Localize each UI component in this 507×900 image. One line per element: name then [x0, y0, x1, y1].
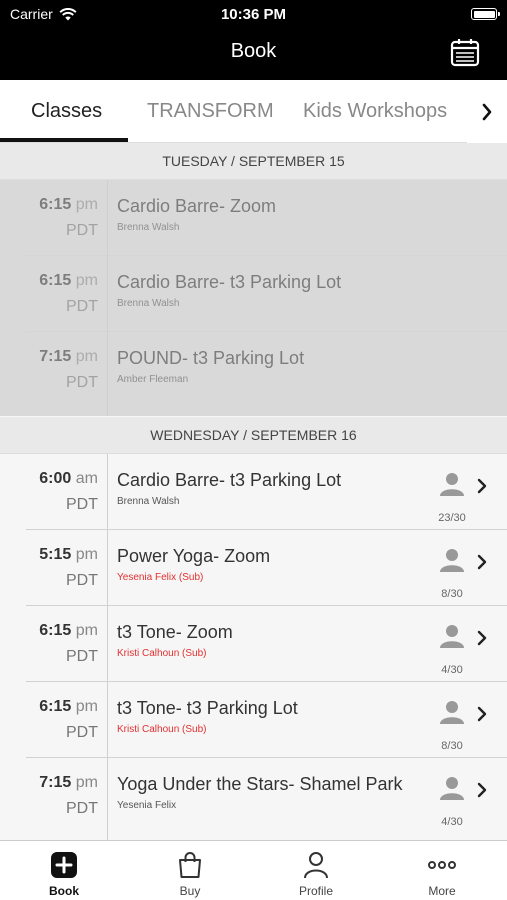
- class-time: 5:15 pm PDT: [39, 546, 98, 589]
- class-name: Cardio Barre- t3 Parking Lot: [117, 470, 342, 490]
- tab-kids-workshops[interactable]: Kids Workshops: [303, 80, 447, 143]
- nav-label: Profile: [298, 884, 333, 898]
- class-instructor: Brenna Walsh: [117, 298, 180, 309]
- class-instructor: Yesenia Felix: [117, 800, 177, 811]
- chevron-right-icon: [477, 782, 487, 798]
- person-icon: [440, 777, 464, 800]
- class-name: Yoga Under the Stars- Shamel Park: [117, 774, 403, 794]
- past-classes-section: 6:15 pm PDT Cardio Barre- Zoom Brenna Wa…: [0, 180, 507, 416]
- class-instructor: Amber Fleeman: [117, 374, 189, 385]
- battery-icon: [471, 8, 500, 20]
- class-time: 7:15 pm PDT: [39, 774, 98, 817]
- class-time: 6:15 pm PDT: [39, 698, 98, 741]
- status-bar: Carrier 10:36 PM: [0, 0, 507, 28]
- class-time: 7:15 pm PDT: [39, 348, 98, 391]
- chevron-right-icon: [477, 478, 487, 494]
- top-bar: Carrier 10:36 PM Book: [0, 0, 507, 80]
- capacity-count: 8/30: [441, 740, 463, 752]
- nav-label: Buy: [179, 884, 201, 898]
- class-capacity: 8/30: [437, 700, 487, 756]
- nav-more[interactable]: More: [379, 841, 505, 900]
- class-name: t3 Tone- Zoom: [117, 622, 233, 642]
- chevron-right-icon: [477, 630, 487, 646]
- status-time: 10:36 PM: [220, 6, 287, 23]
- page-title: Book: [230, 40, 277, 62]
- class-row[interactable]: 6:15 pm PDT t3 Tone- t3 Parking Lot Kris…: [0, 682, 507, 758]
- person-icon: [440, 701, 464, 724]
- bottom-tab-bar: Book Buy Profile More: [0, 840, 507, 900]
- class-row[interactable]: 6:15 pm PDT t3 Tone- Zoom Kristi Calhoun…: [0, 606, 507, 682]
- person-icon: [304, 852, 328, 879]
- capacity-count: 4/30: [441, 664, 463, 676]
- class-capacity: 8/30: [437, 548, 487, 604]
- class-instructor: Kristi Calhoun (Sub): [117, 724, 207, 735]
- chevron-right-icon: [477, 554, 487, 570]
- category-tabs: Classes TRANSFORM Kids Workshops: [0, 80, 507, 143]
- more-dots-icon: [428, 861, 456, 869]
- person-icon: [440, 549, 464, 572]
- tabs-scroll-right-button[interactable]: [467, 80, 507, 143]
- class-row[interactable]: 7:15 pm PDT Yoga Under the Stars- Shamel…: [0, 758, 507, 834]
- nav-profile[interactable]: Profile: [253, 841, 379, 900]
- person-icon: [440, 625, 464, 648]
- class-instructor: Brenna Walsh: [117, 222, 180, 233]
- day-header: WEDNESDAY / SEPTEMBER 16: [0, 417, 507, 454]
- day-header: TUESDAY / SEPTEMBER 15: [0, 143, 507, 180]
- class-name: Power Yoga- Zoom: [117, 546, 271, 566]
- chevron-right-icon: [477, 706, 487, 722]
- class-time: 6:15 pm PDT: [39, 272, 98, 315]
- class-time: 6:15 pm PDT: [39, 196, 98, 239]
- shopping-bag-icon: [179, 852, 201, 878]
- class-row[interactable]: 5:15 pm PDT Power Yoga- Zoom Yesenia Fel…: [0, 530, 507, 606]
- calendar-icon[interactable]: [449, 36, 481, 68]
- class-name: Cardio Barre- t3 Parking Lot: [117, 272, 342, 292]
- active-tab-underline: [0, 138, 128, 142]
- class-row[interactable]: 6:00 am PDT Cardio Barre- t3 Parking Lot…: [0, 454, 507, 530]
- class-capacity: 4/30: [437, 624, 487, 680]
- nav-label: More: [428, 884, 456, 898]
- book-plus-icon: [51, 852, 77, 878]
- person-icon: [440, 473, 464, 496]
- nav-label: Book: [49, 884, 79, 898]
- capacity-count: 23/30: [438, 512, 466, 524]
- class-row: 6:15 pm PDT Cardio Barre- Zoom Brenna Wa…: [0, 180, 507, 256]
- class-time: 6:00 am PDT: [39, 470, 98, 513]
- class-capacity: 23/30: [437, 472, 487, 528]
- tab-transform[interactable]: TRANSFORM: [147, 80, 274, 143]
- tab-classes[interactable]: Classes: [31, 80, 102, 143]
- capacity-count: 4/30: [441, 816, 463, 828]
- class-time: 6:15 pm PDT: [39, 622, 98, 665]
- class-instructor: Yesenia Felix (Sub): [117, 572, 204, 583]
- class-capacity: 4/30: [437, 776, 487, 832]
- nav-buy[interactable]: Buy: [127, 841, 253, 900]
- nav-book[interactable]: Book: [1, 841, 127, 900]
- upcoming-classes-section: 6:00 am PDT Cardio Barre- t3 Parking Lot…: [0, 454, 507, 840]
- class-row: 6:15 pm PDT Cardio Barre- t3 Parking Lot…: [0, 256, 507, 332]
- class-instructor: Kristi Calhoun (Sub): [117, 648, 207, 659]
- class-row: 7:15 pm PDT POUND- t3 Parking Lot Amber …: [0, 332, 507, 408]
- class-name: POUND- t3 Parking Lot: [117, 348, 305, 368]
- class-name: Cardio Barre- Zoom: [117, 196, 277, 216]
- class-name: t3 Tone- t3 Parking Lot: [117, 698, 298, 718]
- capacity-count: 8/30: [441, 588, 463, 600]
- chevron-right-icon: [482, 103, 492, 120]
- class-instructor: Brenna Walsh: [117, 496, 180, 507]
